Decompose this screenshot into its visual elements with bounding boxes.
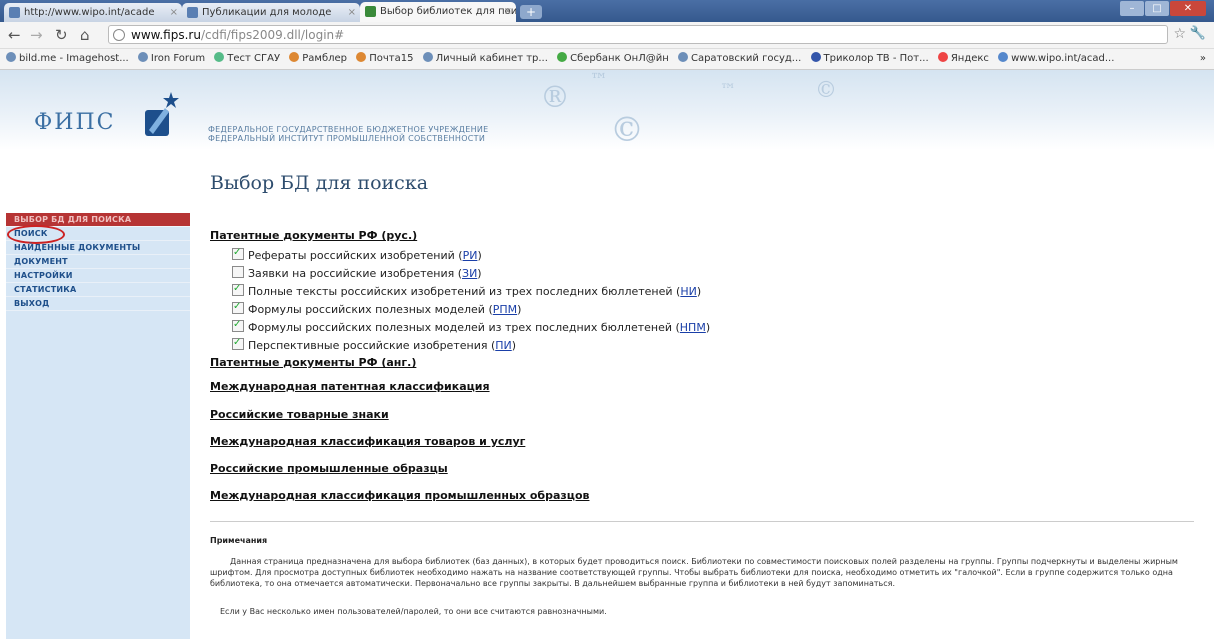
watermark-registered-icon: ® <box>540 80 570 115</box>
db-row: Формулы российских полезных моделей из т… <box>232 317 710 336</box>
forward-icon[interactable]: → <box>30 26 43 44</box>
address-bar[interactable]: www.fips.ru/cdfi/fips2009.dll/login# <box>108 25 1168 44</box>
bookmark-item[interactable]: Рамблер <box>289 49 347 69</box>
db-row: Рефераты российских изобретений (РИ) <box>232 245 482 264</box>
close-icon[interactable]: × <box>170 3 178 22</box>
db-checkbox[interactable] <box>232 281 244 297</box>
watermark-copyright-icon: © <box>610 110 644 150</box>
db-code-link[interactable]: ПИ <box>495 339 512 352</box>
sidebar-item-search[interactable]: ПОИСК <box>6 225 190 244</box>
back-icon[interactable]: ← <box>8 26 21 44</box>
db-code-link[interactable]: НИ <box>680 285 697 298</box>
tab-label: Публикации для молоде <box>202 7 332 18</box>
new-tab-button[interactable]: + <box>520 5 542 19</box>
group-rus-link[interactable]: Патентные документы РФ (рус.) <box>210 229 417 242</box>
fips-logo-icon <box>145 92 179 136</box>
site-header: ® ™ © ™ © ФИПС ФЕДЕРАЛЬНОЕ ГОСУДАРСТВЕНН… <box>0 70 1214 150</box>
watermark-copyright-icon: © <box>815 78 837 103</box>
page-icon <box>113 29 125 41</box>
browser-tab[interactable]: http://www.wipo.int/acade × <box>4 3 182 22</box>
site-logo-text: ФИПС <box>34 110 116 135</box>
db-code-link[interactable]: ЗИ <box>462 267 477 280</box>
bookmark-item[interactable]: Саратовский госуд... <box>677 49 801 69</box>
db-code-link[interactable]: НПМ <box>680 321 706 334</box>
group-trademarks-link[interactable]: Российские товарные знаки <box>210 408 389 421</box>
notes-heading: Примечания <box>210 536 268 545</box>
close-icon[interactable]: × <box>348 3 356 22</box>
group-designs-link[interactable]: Российские промышленные образцы <box>210 462 448 475</box>
browser-tab-active[interactable]: Выбор библиотек для пои × <box>360 2 516 22</box>
bookmark-star-icon[interactable]: ☆ <box>1173 26 1186 42</box>
wrench-icon[interactable]: 🔧 <box>1190 26 1206 41</box>
url-path: /cdfi/fips2009.dll/login# <box>200 28 345 42</box>
minimize-icon[interactable]: – <box>1120 1 1144 16</box>
watermark-tm-icon: ™ <box>590 70 608 91</box>
sidebar-item-document[interactable]: ДОКУМЕНТ <box>6 255 190 269</box>
db-code-link[interactable]: РИ <box>463 249 478 262</box>
reload-icon[interactable]: ↻ <box>55 26 68 44</box>
bookmark-item[interactable]: Почта15 <box>356 49 413 69</box>
page-title: Выбор БД для поиска <box>210 172 429 194</box>
bookmark-item[interactable]: Iron Forum <box>137 49 205 69</box>
close-window-icon[interactable]: ✕ <box>1170 1 1206 16</box>
sidebar-item-logout[interactable]: ВЫХОД <box>6 297 190 311</box>
bookmark-item[interactable]: bild.me - Imagehost... <box>6 49 129 69</box>
group-eng-link[interactable]: Патентные документы РФ (анг.) <box>210 356 416 369</box>
sidebar-item-settings[interactable]: НАСТРОЙКИ <box>6 269 190 283</box>
sidebar-nav: ВЫБОР БД ДЛЯ ПОИСКА ПОИСК НАЙДЕННЫЕ ДОКУ… <box>6 213 190 639</box>
notes-paragraph: Если у Вас несколько имен пользователей/… <box>220 607 607 616</box>
close-icon[interactable]: × <box>504 2 512 21</box>
db-checkbox[interactable] <box>232 299 244 315</box>
navigation-bar: ← → ↻ ⌂ www.fips.ru/cdfi/fips2009.dll/lo… <box>0 22 1214 49</box>
bookmark-item[interactable]: Личный кабинет тр... <box>422 49 548 69</box>
group-nice-link[interactable]: Международная классификация товаров и ус… <box>210 435 525 448</box>
group-ipc-link[interactable]: Международная патентная классификация <box>210 380 490 393</box>
browser-tab[interactable]: Публикации для молоде × <box>182 3 360 22</box>
db-checkbox[interactable] <box>232 335 244 351</box>
tab-label: http://www.wipo.int/acade <box>24 7 155 18</box>
group-locarno-link[interactable]: Международная классификация промышленных… <box>210 489 589 502</box>
db-code-link[interactable]: РПМ <box>493 303 517 316</box>
bookmarks-bar: bild.me - Imagehost... Iron Forum Тест С… <box>0 49 1214 70</box>
tab-label: Выбор библиотек для пои <box>380 6 516 17</box>
db-row: Полные тексты российских изобретений из … <box>232 281 701 300</box>
bookmark-item[interactable]: www.wipo.int/acad... <box>998 49 1114 69</box>
bookmark-item[interactable]: Триколор ТВ - Пот... <box>810 49 929 69</box>
home-icon[interactable]: ⌂ <box>80 26 90 44</box>
db-checkbox[interactable] <box>232 317 244 333</box>
db-row: Перспективные российские изобретения (ПИ… <box>232 335 516 354</box>
bookmarks-more-icon[interactable]: » <box>1200 49 1206 69</box>
org-name-line1: ФЕДЕРАЛЬНОЕ ГОСУДАРСТВЕННОЕ БЮДЖЕТНОЕ УЧ… <box>208 125 489 134</box>
maximize-icon[interactable]: □ <box>1145 1 1169 16</box>
db-checkbox[interactable] <box>232 266 244 278</box>
bookmark-item[interactable]: Сбербанк ОнЛ@йн <box>557 49 669 69</box>
fips-favicon-icon <box>365 6 376 17</box>
wipo-favicon-icon <box>187 7 198 18</box>
url-host: www.fips.ru <box>131 28 201 42</box>
window-controls: – □ ✕ <box>1119 1 1206 17</box>
sidebar-item-found-documents[interactable]: НАЙДЕННЫЕ ДОКУМЕНТЫ <box>6 241 190 255</box>
db-row: Формулы российских полезных моделей (РПМ… <box>232 299 521 318</box>
bookmark-item[interactable]: Тест СГАУ <box>214 49 280 69</box>
db-row: Заявки на российские изобретения (ЗИ) <box>232 266 482 282</box>
browser-tab-bar: http://www.wipo.int/acade × Публикации д… <box>0 0 1214 22</box>
bookmark-item[interactable]: Яндекс <box>937 49 989 69</box>
sidebar-item-statistics[interactable]: СТАТИСТИКА <box>6 283 190 297</box>
divider <box>210 521 1194 522</box>
notes-paragraph: Данная страница предназначена для выбора… <box>210 557 1178 588</box>
wipo-favicon-icon <box>9 7 20 18</box>
org-name-line2: ФЕДЕРАЛЬНЫЙ ИНСТИТУТ ПРОМЫШЛЕННОЙ СОБСТВ… <box>208 134 486 143</box>
db-checkbox[interactable] <box>232 245 244 261</box>
watermark-tm-icon: ™ <box>720 80 736 99</box>
